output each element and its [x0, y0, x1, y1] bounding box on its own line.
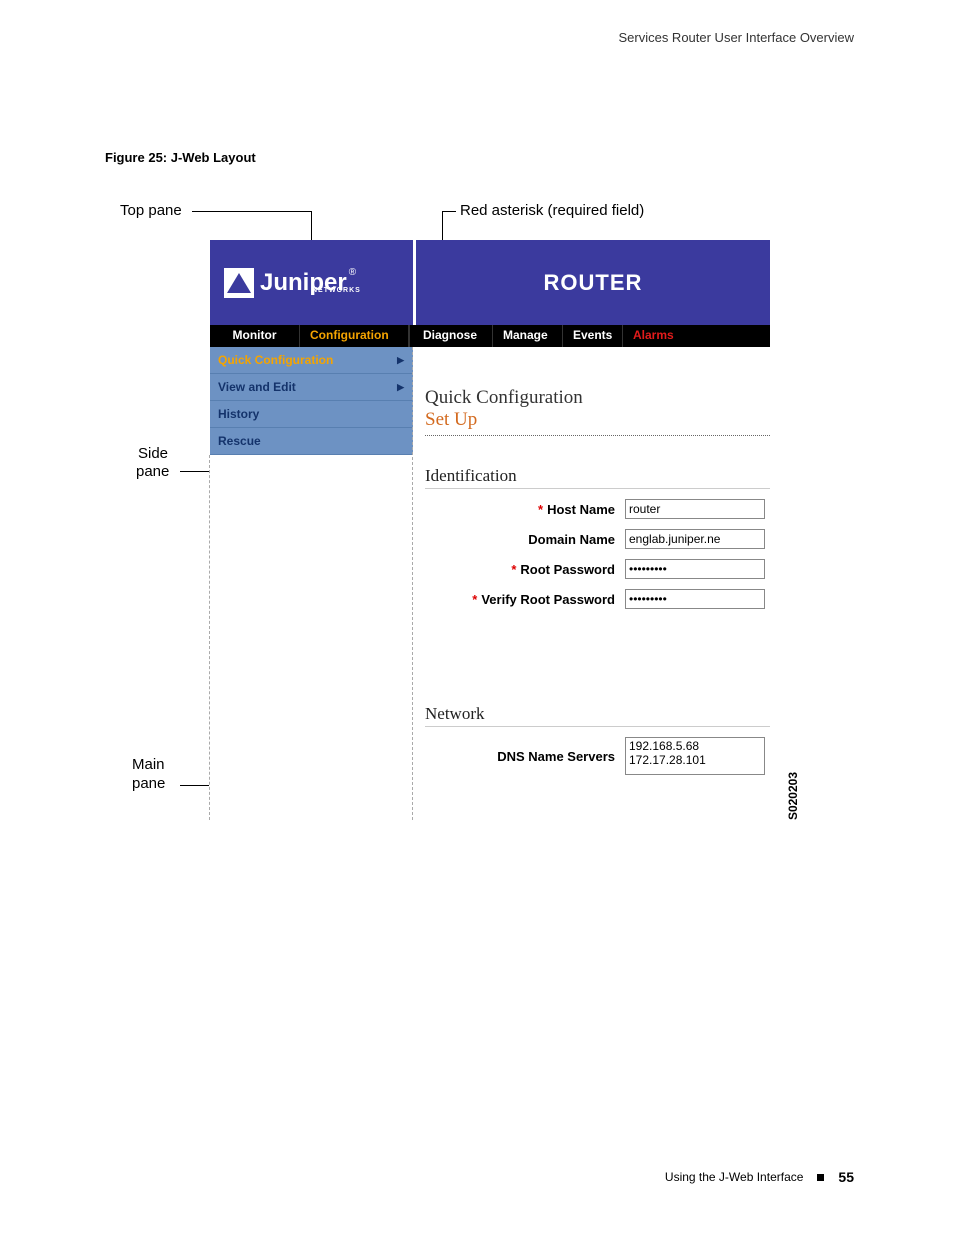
tab-alarms[interactable]: Alarms: [623, 325, 683, 347]
side-item-label: History: [218, 407, 259, 421]
section-identification: Identification: [425, 466, 770, 489]
tab-diagnose[interactable]: Diagnose: [413, 325, 493, 347]
chevron-right-icon: ▶: [397, 382, 404, 393]
juniper-logo-block: Juniper NETWORKS ®: [210, 240, 413, 325]
field-label: * Host Name: [425, 502, 625, 517]
field-dns-name-servers: DNS Name Servers: [425, 737, 770, 775]
juniper-logo-text: Juniper NETWORKS: [260, 269, 347, 297]
figure-caption: Figure 25: J-Web Layout: [105, 150, 256, 165]
side-item-label: Rescue: [218, 434, 261, 448]
annotation-top-pane: Top pane: [120, 202, 182, 219]
dns-name-servers-input[interactable]: [625, 737, 765, 775]
chevron-right-icon: ▶: [397, 355, 404, 366]
tab-monitor[interactable]: Monitor: [210, 325, 300, 347]
leader-line-side-pane: [180, 471, 210, 472]
tab-manage[interactable]: Manage: [493, 325, 563, 347]
jweb-screenshot: Juniper NETWORKS ® ROUTER Monitor Config…: [210, 240, 770, 820]
section-network: Network: [425, 704, 770, 727]
registered-mark: ®: [349, 267, 356, 278]
field-host-name: * Host Name: [425, 499, 770, 519]
juniper-logo-icon: [224, 268, 254, 298]
side-item-quick-configuration[interactable]: Quick Configuration ▶: [210, 347, 412, 374]
annotation-side: Side: [138, 445, 168, 462]
top-pane: Juniper NETWORKS ® ROUTER: [210, 240, 770, 325]
page-number: 55: [838, 1169, 854, 1185]
main-tab-bar: Monitor Configuration Diagnose Manage Ev…: [210, 325, 770, 347]
logo-subtext: NETWORKS: [312, 287, 361, 294]
label-text: Domain Name: [528, 532, 615, 547]
field-verify-root-password: * Verify Root Password: [425, 589, 770, 609]
label-text: DNS Name Servers: [497, 749, 615, 764]
root-password-input[interactable]: [625, 559, 765, 579]
bullet-icon: [817, 1174, 824, 1181]
field-label: * Root Password: [425, 562, 625, 577]
side-item-view-and-edit[interactable]: View and Edit ▶: [210, 374, 412, 401]
annotation-red-asterisk: Red asterisk (required field): [460, 202, 644, 219]
main-title: Quick Configuration: [425, 387, 770, 409]
content-row: Quick Configuration ▶ View and Edit ▶ Hi…: [210, 347, 770, 820]
annotation-pane2: pane: [132, 775, 165, 792]
label-text: Host Name: [547, 502, 615, 517]
label-text: Verify Root Password: [481, 592, 615, 607]
tab-events[interactable]: Events: [563, 325, 623, 347]
label-text: Root Password: [520, 562, 615, 577]
running-header: Services Router User Interface Overview: [618, 30, 854, 45]
page-footer: Using the J-Web Interface 55: [665, 1169, 854, 1185]
main-subtitle: Set Up: [425, 409, 770, 436]
host-name-input[interactable]: [625, 499, 765, 519]
side-pane-spacer: [209, 455, 412, 820]
field-label: Domain Name: [425, 532, 625, 547]
required-asterisk-icon: *: [472, 592, 477, 607]
footer-text: Using the J-Web Interface: [665, 1170, 804, 1184]
field-domain-name: Domain Name: [425, 529, 770, 549]
field-root-password: * Root Password: [425, 559, 770, 579]
router-title: ROUTER: [416, 240, 770, 325]
field-label: DNS Name Servers: [425, 749, 625, 764]
required-asterisk-icon: *: [511, 562, 516, 577]
side-item-history[interactable]: History: [210, 401, 412, 428]
field-label: * Verify Root Password: [425, 592, 625, 607]
required-asterisk-icon: *: [538, 502, 543, 517]
verify-root-password-input[interactable]: [625, 589, 765, 609]
domain-name-input[interactable]: [625, 529, 765, 549]
annotation-pane: pane: [136, 463, 169, 480]
side-item-label: View and Edit: [218, 380, 296, 394]
side-pane: Quick Configuration ▶ View and Edit ▶ Hi…: [210, 347, 413, 820]
side-item-label: Quick Configuration: [218, 353, 333, 367]
main-pane: Quick Configuration Set Up Identificatio…: [413, 347, 770, 820]
tab-configuration[interactable]: Configuration: [300, 325, 410, 347]
annotation-main: Main: [132, 756, 165, 773]
figure-reference-number: S020203: [786, 772, 800, 820]
side-item-rescue[interactable]: Rescue: [210, 428, 412, 455]
